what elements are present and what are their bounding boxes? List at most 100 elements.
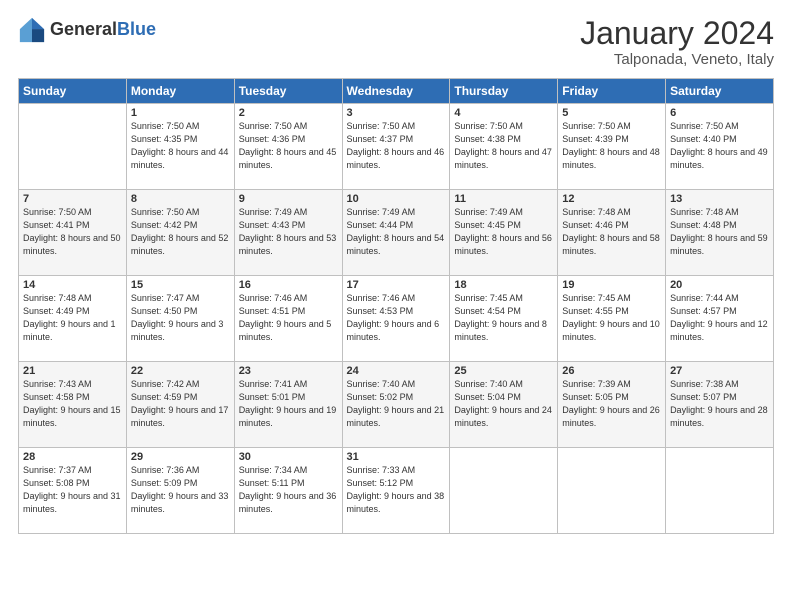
sunrise-text: Sunrise: 7:38 AM	[670, 379, 739, 389]
table-cell: 11 Sunrise: 7:49 AM Sunset: 4:45 PM Dayl…	[450, 190, 558, 276]
daylight-text: Daylight: 8 hours and 48 minutes.	[562, 147, 660, 170]
sunrise-text: Sunrise: 7:34 AM	[239, 465, 308, 475]
day-info: Sunrise: 7:44 AM Sunset: 4:57 PM Dayligh…	[670, 292, 769, 344]
table-cell: 9 Sunrise: 7:49 AM Sunset: 4:43 PM Dayli…	[234, 190, 342, 276]
sunrise-text: Sunrise: 7:49 AM	[347, 207, 416, 217]
sunset-text: Sunset: 4:37 PM	[347, 134, 414, 144]
day-number: 22	[131, 365, 230, 377]
sunset-text: Sunset: 4:43 PM	[239, 220, 306, 230]
sunrise-text: Sunrise: 7:41 AM	[239, 379, 308, 389]
day-number: 28	[23, 451, 122, 463]
day-info: Sunrise: 7:41 AM Sunset: 5:01 PM Dayligh…	[239, 378, 338, 430]
header-tuesday: Tuesday	[234, 79, 342, 104]
day-info: Sunrise: 7:49 AM Sunset: 4:43 PM Dayligh…	[239, 206, 338, 258]
header-monday: Monday	[126, 79, 234, 104]
day-number: 9	[239, 193, 338, 205]
sunset-text: Sunset: 4:50 PM	[131, 306, 198, 316]
daylight-text: Daylight: 9 hours and 17 minutes.	[131, 405, 229, 428]
table-cell	[558, 448, 666, 534]
day-number: 30	[239, 451, 338, 463]
table-cell: 13 Sunrise: 7:48 AM Sunset: 4:48 PM Dayl…	[666, 190, 774, 276]
day-info: Sunrise: 7:33 AM Sunset: 5:12 PM Dayligh…	[347, 464, 446, 516]
daylight-text: Daylight: 9 hours and 8 minutes.	[454, 319, 547, 342]
sunset-text: Sunset: 4:46 PM	[562, 220, 629, 230]
day-number: 3	[347, 107, 446, 119]
daylight-text: Daylight: 9 hours and 38 minutes.	[347, 491, 445, 514]
table-cell: 1 Sunrise: 7:50 AM Sunset: 4:35 PM Dayli…	[126, 104, 234, 190]
sunrise-text: Sunrise: 7:50 AM	[23, 207, 92, 217]
table-cell: 31 Sunrise: 7:33 AM Sunset: 5:12 PM Dayl…	[342, 448, 450, 534]
table-cell: 7 Sunrise: 7:50 AM Sunset: 4:41 PM Dayli…	[19, 190, 127, 276]
table-cell	[450, 448, 558, 534]
table-cell: 8 Sunrise: 7:50 AM Sunset: 4:42 PM Dayli…	[126, 190, 234, 276]
sunrise-text: Sunrise: 7:43 AM	[23, 379, 92, 389]
table-cell: 20 Sunrise: 7:44 AM Sunset: 4:57 PM Dayl…	[666, 276, 774, 362]
daylight-text: Daylight: 8 hours and 45 minutes.	[239, 147, 337, 170]
sunset-text: Sunset: 4:39 PM	[562, 134, 629, 144]
daylight-text: Daylight: 8 hours and 54 minutes.	[347, 233, 445, 256]
sunset-text: Sunset: 4:58 PM	[23, 392, 90, 402]
day-number: 23	[239, 365, 338, 377]
sunset-text: Sunset: 4:41 PM	[23, 220, 90, 230]
day-number: 29	[131, 451, 230, 463]
day-number: 10	[347, 193, 446, 205]
table-cell: 25 Sunrise: 7:40 AM Sunset: 5:04 PM Dayl…	[450, 362, 558, 448]
sunrise-text: Sunrise: 7:39 AM	[562, 379, 631, 389]
daylight-text: Daylight: 8 hours and 59 minutes.	[670, 233, 768, 256]
sunset-text: Sunset: 4:57 PM	[670, 306, 737, 316]
table-cell: 6 Sunrise: 7:50 AM Sunset: 4:40 PM Dayli…	[666, 104, 774, 190]
day-info: Sunrise: 7:46 AM Sunset: 4:51 PM Dayligh…	[239, 292, 338, 344]
table-cell: 29 Sunrise: 7:36 AM Sunset: 5:09 PM Dayl…	[126, 448, 234, 534]
day-number: 1	[131, 107, 230, 119]
day-info: Sunrise: 7:42 AM Sunset: 4:59 PM Dayligh…	[131, 378, 230, 430]
sunset-text: Sunset: 4:40 PM	[670, 134, 737, 144]
sunset-text: Sunset: 4:59 PM	[131, 392, 198, 402]
day-number: 20	[670, 279, 769, 291]
daylight-text: Daylight: 8 hours and 47 minutes.	[454, 147, 552, 170]
daylight-text: Daylight: 9 hours and 24 minutes.	[454, 405, 552, 428]
week-row-2: 14 Sunrise: 7:48 AM Sunset: 4:49 PM Dayl…	[19, 276, 774, 362]
daylight-text: Daylight: 8 hours and 50 minutes.	[23, 233, 121, 256]
daylight-text: Daylight: 9 hours and 28 minutes.	[670, 405, 768, 428]
table-cell: 15 Sunrise: 7:47 AM Sunset: 4:50 PM Dayl…	[126, 276, 234, 362]
daylight-text: Daylight: 9 hours and 12 minutes.	[670, 319, 768, 342]
logo-icon	[18, 16, 46, 44]
daylight-text: Daylight: 8 hours and 46 minutes.	[347, 147, 445, 170]
day-info: Sunrise: 7:50 AM Sunset: 4:38 PM Dayligh…	[454, 120, 553, 172]
sunset-text: Sunset: 5:01 PM	[239, 392, 306, 402]
daylight-text: Daylight: 8 hours and 49 minutes.	[670, 147, 768, 170]
title-block: January 2024 Talponada, Veneto, Italy	[580, 16, 774, 68]
daylight-text: Daylight: 9 hours and 6 minutes.	[347, 319, 440, 342]
table-cell: 26 Sunrise: 7:39 AM Sunset: 5:05 PM Dayl…	[558, 362, 666, 448]
sunrise-text: Sunrise: 7:42 AM	[131, 379, 200, 389]
day-number: 24	[347, 365, 446, 377]
daylight-text: Daylight: 8 hours and 53 minutes.	[239, 233, 337, 256]
day-number: 5	[562, 107, 661, 119]
sunrise-text: Sunrise: 7:50 AM	[239, 121, 308, 131]
sunset-text: Sunset: 4:35 PM	[131, 134, 198, 144]
daylight-text: Daylight: 8 hours and 44 minutes.	[131, 147, 229, 170]
table-cell	[666, 448, 774, 534]
table-cell: 4 Sunrise: 7:50 AM Sunset: 4:38 PM Dayli…	[450, 104, 558, 190]
table-cell: 17 Sunrise: 7:46 AM Sunset: 4:53 PM Dayl…	[342, 276, 450, 362]
sunrise-text: Sunrise: 7:49 AM	[454, 207, 523, 217]
table-cell: 3 Sunrise: 7:50 AM Sunset: 4:37 PM Dayli…	[342, 104, 450, 190]
daylight-text: Daylight: 9 hours and 3 minutes.	[131, 319, 224, 342]
table-cell: 14 Sunrise: 7:48 AM Sunset: 4:49 PM Dayl…	[19, 276, 127, 362]
day-info: Sunrise: 7:43 AM Sunset: 4:58 PM Dayligh…	[23, 378, 122, 430]
day-info: Sunrise: 7:50 AM Sunset: 4:41 PM Dayligh…	[23, 206, 122, 258]
table-cell: 23 Sunrise: 7:41 AM Sunset: 5:01 PM Dayl…	[234, 362, 342, 448]
table-cell: 30 Sunrise: 7:34 AM Sunset: 5:11 PM Dayl…	[234, 448, 342, 534]
week-row-0: 1 Sunrise: 7:50 AM Sunset: 4:35 PM Dayli…	[19, 104, 774, 190]
sunset-text: Sunset: 4:45 PM	[454, 220, 521, 230]
daylight-text: Daylight: 9 hours and 15 minutes.	[23, 405, 121, 428]
logo-text-general: General	[50, 19, 117, 39]
sunset-text: Sunset: 4:51 PM	[239, 306, 306, 316]
sunrise-text: Sunrise: 7:46 AM	[347, 293, 416, 303]
sunrise-text: Sunrise: 7:33 AM	[347, 465, 416, 475]
sunset-text: Sunset: 5:05 PM	[562, 392, 629, 402]
sunset-text: Sunset: 5:02 PM	[347, 392, 414, 402]
day-number: 4	[454, 107, 553, 119]
table-cell: 5 Sunrise: 7:50 AM Sunset: 4:39 PM Dayli…	[558, 104, 666, 190]
sunrise-text: Sunrise: 7:45 AM	[454, 293, 523, 303]
